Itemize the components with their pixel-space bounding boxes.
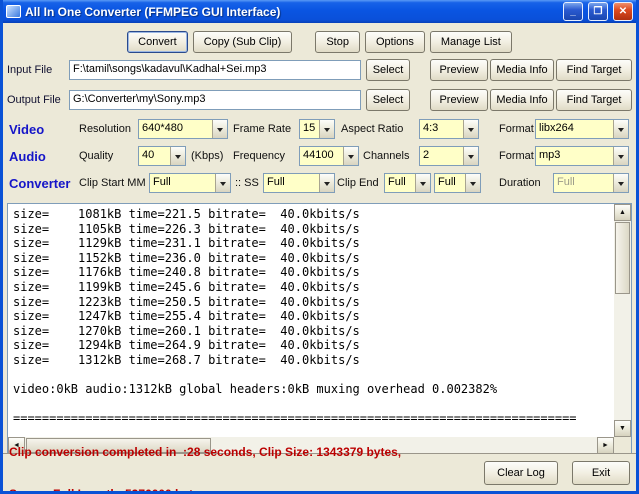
- quality-label: Quality: [79, 146, 113, 167]
- frame-rate-label: Frame Rate: [233, 119, 291, 140]
- stop-button[interactable]: Stop: [315, 31, 360, 53]
- channels-select[interactable]: 2: [419, 146, 479, 166]
- manage-list-button[interactable]: Manage List: [430, 31, 512, 53]
- clear-log-button[interactable]: Clear Log: [484, 461, 558, 485]
- input-find-target-button[interactable]: Find Target: [556, 59, 632, 81]
- copy-subclip-button[interactable]: Copy (Sub Clip): [193, 31, 293, 53]
- frame-rate-value: 15: [300, 120, 319, 138]
- resolution-select[interactable]: 640*480: [138, 119, 228, 139]
- aspect-ratio-label: Aspect Ratio: [341, 119, 403, 140]
- input-select-button[interactable]: Select: [366, 59, 410, 81]
- frequency-value: 44100: [300, 147, 343, 165]
- frame-rate-select[interactable]: 15: [299, 119, 335, 139]
- dropdown-arrow-icon[interactable]: [170, 147, 185, 165]
- log-output[interactable]: size= 1081kB time=221.5 bitrate= 40.0kbi…: [8, 204, 614, 437]
- output-file-field[interactable]: G:\Converter\my\Sony.mp3: [69, 90, 361, 110]
- clip-end-ss-select[interactable]: Full: [434, 173, 481, 193]
- duration-value: Full: [554, 174, 613, 192]
- output-file-label: Output File: [7, 94, 69, 106]
- status-line-1: Clip conversion completed in :28 seconds…: [9, 445, 484, 459]
- dropdown-arrow-icon[interactable]: [463, 147, 478, 165]
- audio-format-label: Format: [499, 146, 534, 167]
- clip-end-mm-select[interactable]: Full: [384, 173, 431, 193]
- clip-end-ss-value: Full: [435, 174, 465, 192]
- quality-unit-label: (Kbps): [191, 146, 223, 167]
- channels-label: Channels: [363, 146, 409, 167]
- video-section-label: Video: [9, 119, 44, 140]
- input-file-field[interactable]: F:\tamil\songs\kadavul\Kadhal+Sei.mp3: [69, 60, 361, 80]
- log-vertical-scrollbar[interactable]: ▲ ▼: [614, 204, 631, 437]
- clip-start-mm-select[interactable]: Full: [149, 173, 231, 193]
- scroll-up-icon[interactable]: ▲: [614, 204, 631, 221]
- video-format-select[interactable]: libx264: [535, 119, 629, 139]
- channels-value: 2: [420, 147, 463, 165]
- video-format-label: Format: [499, 119, 534, 140]
- clip-end-label: Clip End: [337, 173, 379, 194]
- ss-label: :: SS: [235, 173, 259, 194]
- dropdown-arrow-icon[interactable]: [319, 174, 334, 192]
- parameters-panel: Video Resolution 640*480 Frame Rate 15 A…: [7, 119, 632, 197]
- app-window: All In One Converter (FFMPEG GUI Interfa…: [0, 0, 639, 494]
- frequency-select[interactable]: 44100: [299, 146, 359, 166]
- clip-start-ss-select[interactable]: Full: [263, 173, 335, 193]
- frequency-label: Frequency: [233, 146, 285, 167]
- status-line-2: Source Full Length: 5376000 bytes.: [9, 487, 484, 494]
- aspect-ratio-value: 4:3: [420, 120, 463, 138]
- aspect-ratio-select[interactable]: 4:3: [419, 119, 479, 139]
- video-format-value: libx264: [536, 120, 613, 138]
- dropdown-arrow-icon[interactable]: [212, 120, 227, 138]
- status-message: Clip conversion completed in :28 seconds…: [9, 417, 484, 494]
- output-actions: Preview Media Info Find Target: [430, 89, 632, 111]
- duration-label: Duration: [499, 173, 541, 194]
- exit-button[interactable]: Exit: [572, 461, 630, 485]
- window-title: All In One Converter (FFMPEG GUI Interfa…: [25, 5, 558, 19]
- clip-end-mm-value: Full: [385, 174, 415, 192]
- dropdown-arrow-icon[interactable]: [463, 120, 478, 138]
- dropdown-arrow-icon[interactable]: [465, 174, 480, 192]
- maximize-button[interactable]: ❐: [588, 2, 608, 21]
- dropdown-arrow-icon[interactable]: [613, 147, 628, 165]
- dropdown-arrow-icon[interactable]: [343, 147, 358, 165]
- convert-button[interactable]: Convert: [127, 31, 188, 53]
- output-preview-button[interactable]: Preview: [430, 89, 488, 111]
- resolution-value: 640*480: [139, 120, 212, 138]
- audio-section-label: Audio: [9, 146, 46, 167]
- clip-start-label: Clip Start MM: [79, 173, 146, 194]
- dropdown-arrow-icon[interactable]: [613, 120, 628, 138]
- audio-format-select[interactable]: mp3: [535, 146, 629, 166]
- quality-value: 40: [139, 147, 170, 165]
- output-find-target-button[interactable]: Find Target: [556, 89, 632, 111]
- app-icon: [6, 5, 21, 18]
- dropdown-arrow-icon: [613, 174, 628, 192]
- close-button[interactable]: ✕: [613, 2, 633, 21]
- audio-format-value: mp3: [536, 147, 613, 165]
- title-bar[interactable]: All In One Converter (FFMPEG GUI Interfa…: [3, 0, 636, 23]
- vertical-scroll-thumb[interactable]: [615, 222, 630, 294]
- converter-section-label: Converter: [9, 173, 70, 194]
- input-media-info-button[interactable]: Media Info: [490, 59, 554, 81]
- dropdown-arrow-icon[interactable]: [415, 174, 430, 192]
- minimize-button[interactable]: _: [563, 2, 583, 21]
- window-content: Convert Copy (Sub Clip) Stop Options Man…: [3, 23, 636, 491]
- clip-start-ss-value: Full: [264, 174, 319, 192]
- scroll-right-icon[interactable]: ►: [597, 437, 614, 454]
- input-file-label: Input File: [7, 64, 69, 76]
- resolution-label: Resolution: [79, 119, 131, 140]
- output-media-info-button[interactable]: Media Info: [490, 89, 554, 111]
- status-bar: Clip conversion completed in :28 seconds…: [3, 453, 636, 491]
- output-select-button[interactable]: Select: [366, 89, 410, 111]
- dropdown-arrow-icon[interactable]: [215, 174, 230, 192]
- scrollbar-corner: [614, 437, 631, 454]
- dropdown-arrow-icon[interactable]: [319, 120, 334, 138]
- quality-select[interactable]: 40: [138, 146, 186, 166]
- toolbar: Convert Copy (Sub Clip) Stop Options Man…: [7, 23, 632, 53]
- input-preview-button[interactable]: Preview: [430, 59, 488, 81]
- duration-select: Full: [553, 173, 629, 193]
- input-actions: Preview Media Info Find Target: [430, 59, 632, 81]
- input-file-row: Input File F:\tamil\songs\kadavul\Kadhal…: [7, 59, 632, 81]
- clip-start-mm-value: Full: [150, 174, 215, 192]
- options-button[interactable]: Options: [365, 31, 425, 53]
- output-file-row: Output File G:\Converter\my\Sony.mp3 Sel…: [7, 89, 632, 111]
- scroll-down-icon[interactable]: ▼: [614, 420, 631, 437]
